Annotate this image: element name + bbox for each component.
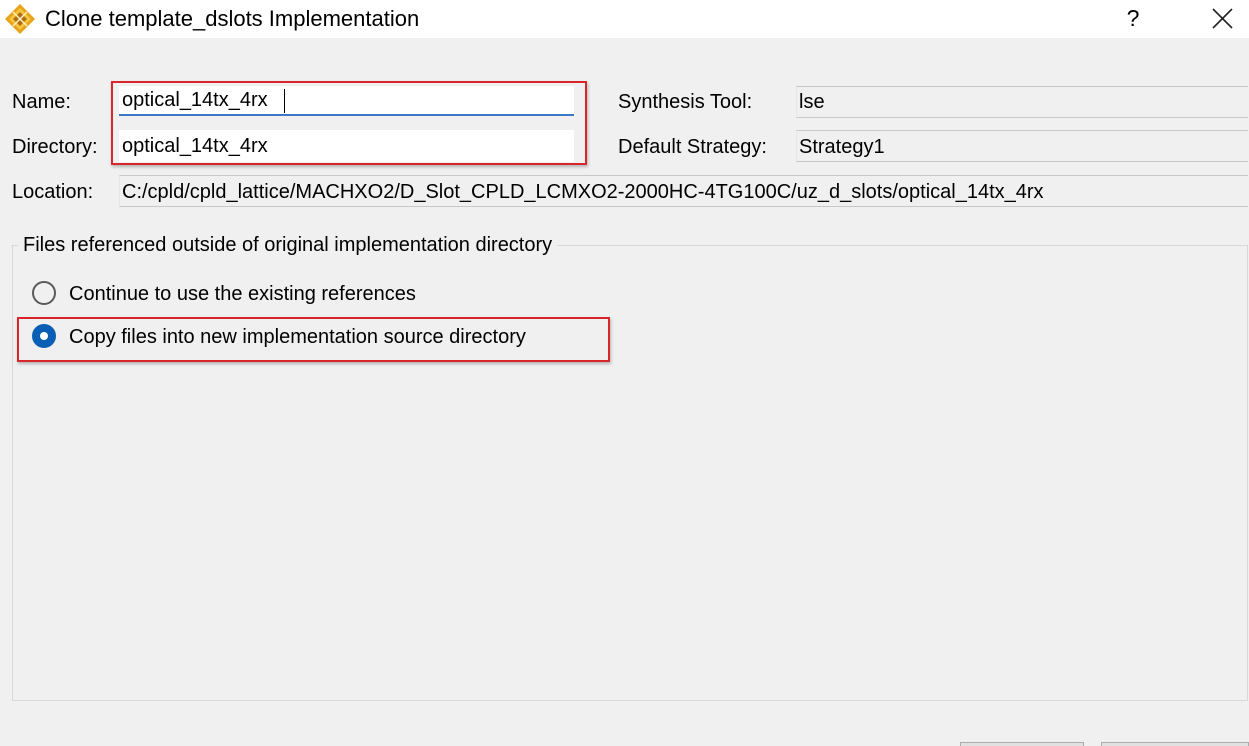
continue-references-radio[interactable] <box>32 281 56 305</box>
default-strategy-field: Strategy1 <box>796 130 1248 162</box>
window-title: Clone template_dslots Implementation <box>45 6 420 31</box>
name-field-focus-underline <box>119 114 574 116</box>
close-icon[interactable] <box>1206 3 1238 35</box>
copy-files-radio[interactable] <box>32 324 56 348</box>
radio-selected-dot <box>40 332 48 340</box>
name-field[interactable]: optical_14tx_4rx <box>119 86 574 116</box>
name-label: Name: <box>12 91 71 113</box>
files-reference-group <box>12 245 1248 701</box>
ok-button[interactable] <box>960 742 1084 746</box>
directory-label: Directory: <box>12 136 98 158</box>
synthesis-tool-label: Synthesis Tool: <box>618 91 753 113</box>
clone-implementation-dialog: Clone template_dslots Implementation ? N… <box>0 0 1249 746</box>
synthesis-tool-field: lse <box>796 86 1248 118</box>
location-field: C:/cpld/cpld_lattice/MACHXO2/D_Slot_CPLD… <box>119 175 1248 207</box>
files-reference-group-title: Files referenced outside of original imp… <box>18 233 558 257</box>
default-strategy-label: Default Strategy: <box>618 136 767 158</box>
lattice-diamond-icon <box>5 4 35 34</box>
continue-references-label[interactable]: Continue to use the existing references <box>69 282 416 306</box>
directory-field[interactable]: optical_14tx_4rx <box>119 130 574 162</box>
location-label: Location: <box>12 181 94 203</box>
title-bar[interactable]: Clone template_dslots Implementation ? <box>0 0 1249 38</box>
help-button[interactable]: ? <box>1118 2 1148 34</box>
text-caret <box>284 89 285 113</box>
copy-files-label[interactable]: Copy files into new implementation sourc… <box>69 325 526 349</box>
cancel-button[interactable] <box>1101 742 1249 746</box>
